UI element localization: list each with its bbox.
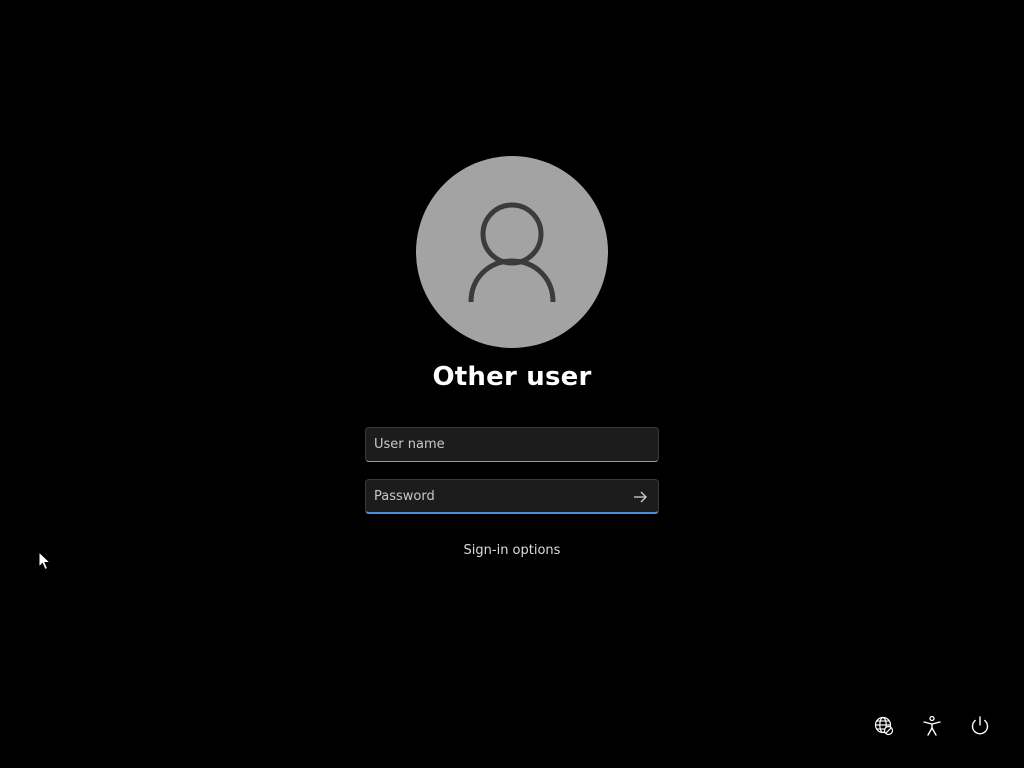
password-field-box [365, 479, 659, 514]
network-globe-icon[interactable] [872, 714, 896, 738]
mouse-cursor-icon [38, 551, 52, 571]
power-icon[interactable] [968, 714, 992, 738]
user-avatar [416, 156, 608, 348]
username-field-box [365, 427, 659, 462]
lock-screen: Other user Sign-in options [0, 0, 1024, 768]
username-input[interactable] [366, 428, 658, 461]
account-name: Other user [432, 362, 592, 392]
password-input[interactable] [366, 480, 658, 512]
person-icon [468, 202, 556, 303]
accessibility-icon[interactable] [920, 714, 944, 738]
signin-options-link[interactable]: Sign-in options [412, 543, 612, 558]
arrow-right-icon[interactable] [630, 487, 650, 507]
